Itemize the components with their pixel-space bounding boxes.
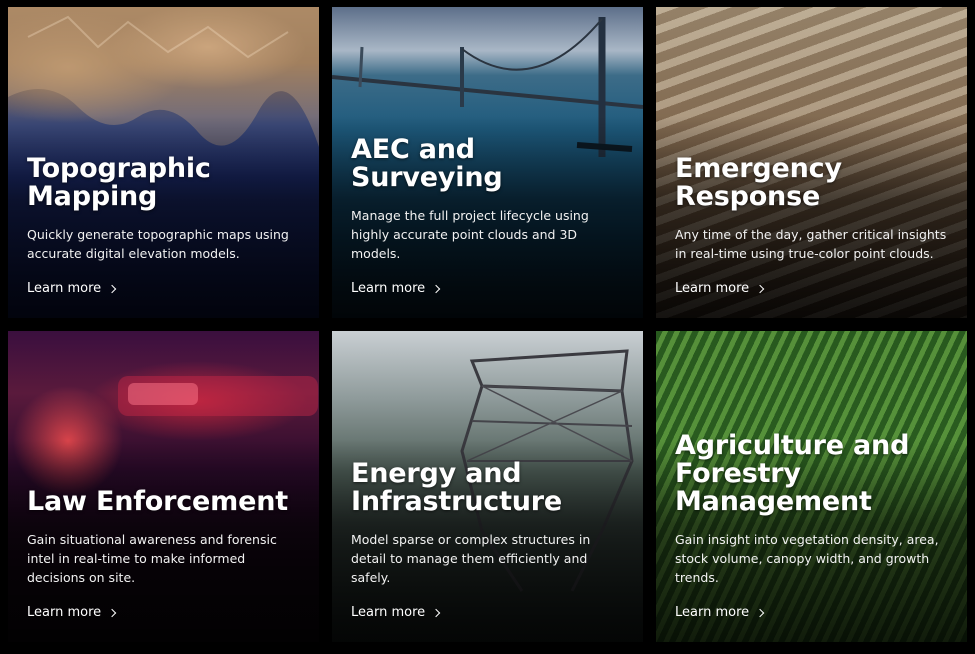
chevron-right-icon bbox=[755, 608, 765, 617]
learn-more-link[interactable]: Learn more bbox=[675, 605, 765, 620]
learn-more-label: Learn more bbox=[27, 605, 102, 620]
card-aec-surveying[interactable]: AEC and Surveying Manage the full projec… bbox=[332, 7, 643, 318]
learn-more-link[interactable]: Learn more bbox=[675, 281, 765, 296]
learn-more-label: Learn more bbox=[675, 605, 750, 620]
learn-more-label: Learn more bbox=[351, 605, 426, 620]
card-title: Agriculture and Forestry Management bbox=[675, 430, 910, 517]
card-title: Emergency Response bbox=[675, 153, 842, 212]
learn-more-link[interactable]: Learn more bbox=[27, 281, 117, 296]
card-title: Topographic Mapping bbox=[27, 153, 211, 212]
card-description: Model sparse or complex structures in de… bbox=[351, 532, 591, 585]
card-emergency-response[interactable]: Emergency Response Any time of the day, … bbox=[656, 7, 967, 318]
card-title: Energy and Infrastructure bbox=[351, 458, 563, 517]
learn-more-link[interactable]: Learn more bbox=[27, 605, 117, 620]
use-case-grid: Topographic Mapping Quickly generate top… bbox=[0, 0, 975, 654]
learn-more-link[interactable]: Learn more bbox=[351, 605, 441, 620]
chevron-right-icon bbox=[755, 284, 765, 293]
chevron-right-icon bbox=[107, 284, 117, 293]
card-topographic-mapping[interactable]: Topographic Mapping Quickly generate top… bbox=[8, 7, 319, 318]
card-description: Quickly generate topographic maps using … bbox=[27, 227, 289, 261]
card-law-enforcement[interactable]: Law Enforcement Gain situational awarene… bbox=[8, 331, 319, 642]
card-title: AEC and Surveying bbox=[351, 134, 503, 193]
learn-more-label: Learn more bbox=[675, 281, 750, 296]
card-description: Gain insight into vegetation density, ar… bbox=[675, 532, 939, 585]
learn-more-label: Learn more bbox=[27, 281, 102, 296]
card-description: Gain situational awareness and forensic … bbox=[27, 532, 277, 585]
card-energy-infrastructure[interactable]: Energy and Infrastructure Model sparse o… bbox=[332, 331, 643, 642]
card-title: Law Enforcement bbox=[27, 486, 288, 517]
card-agriculture-forestry[interactable]: Agriculture and Forestry Management Gain… bbox=[656, 331, 967, 642]
card-description: Manage the full project lifecycle using … bbox=[351, 208, 589, 261]
learn-more-link[interactable]: Learn more bbox=[351, 281, 441, 296]
chevron-right-icon bbox=[431, 608, 441, 617]
card-description: Any time of the day, gather critical ins… bbox=[675, 227, 947, 261]
chevron-right-icon bbox=[107, 608, 117, 617]
chevron-right-icon bbox=[431, 284, 441, 293]
learn-more-label: Learn more bbox=[351, 281, 426, 296]
